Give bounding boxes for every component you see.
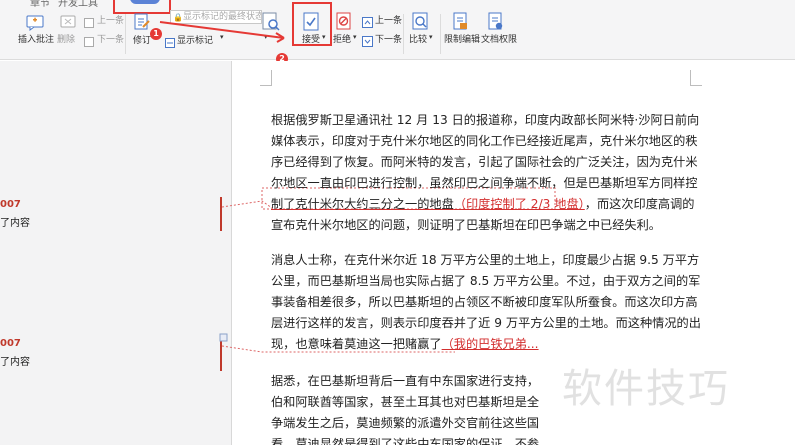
text-line: 宣布克什米尔地区的问题，则证明了巴基斯坦在印巴争端之中已经失利。: [271, 218, 661, 232]
watermark: 软件技巧: [562, 366, 730, 412]
text-line: 看，莫迪显然是得到了这些中东国家的保证，不参: [271, 437, 540, 445]
text-line: 序已经得到了恢复。而阿米特的发言，引起了国际社会的广泛关注，因为克什米: [271, 155, 698, 169]
text-line: 根据俄罗斯卫星通讯社 12 月 13 日的报道称，印度内政部长阿米特·沙阿日前向: [271, 113, 700, 127]
text-line: 层进行这样的发言，则表示印度吞并了近 9 万平方公里的土地。而这种情况的出: [271, 316, 701, 330]
paragraph-1: 根据俄罗斯卫星通讯社 12 月 13 日的报道称，印度内政部长阿米特·沙阿日前向…: [271, 110, 699, 236]
text-segment: 现，也意味着莫迪这一把赌赢了: [271, 337, 442, 351]
inserted-revision[interactable]: （我的巴铁兄弟...: [442, 337, 539, 351]
text-line: 争端发生之后，莫迪频繁的派遣外交官前往这些国: [271, 416, 540, 430]
text-line: 伯和阿联酋等国家，甚至土耳其也对巴基斯坦是全: [271, 395, 540, 409]
text-line: 媒体表示，印度对于克什米尔地区的同化工作已经接近尾声，克什米尔地区的秩: [271, 134, 698, 148]
text-line-with-insertion: 制了克什米尔大约三分之一的地盘（印度控制了 2/3 地盘），而这次印度高调的: [271, 194, 699, 215]
text-line: 据悉，在巴基斯坦背后一直有中东国家进行支持，: [271, 374, 540, 388]
text-line: 尔地区一直由印巴进行控制，虽然印巴之间争端不断，但是巴基斯坦军方同样控: [271, 176, 698, 190]
paragraph-2: 消息人士称，在克什米尔近 18 万平方公里的土地上，印度最少占据 9.5 万平方…: [271, 250, 701, 355]
text-segment: 制了克什米尔大约三分之一的地盘: [271, 197, 454, 211]
text-segment: ，而这次印度高调的: [584, 197, 695, 211]
paragraph-3: 据悉，在巴基斯坦背后一直有中东国家进行支持， 伯和阿联酋等国家，甚至土耳其也对巴…: [271, 371, 539, 445]
inserted-revision[interactable]: （印度控制了 2/3 地盘）: [454, 197, 585, 211]
text-line: 事装备相差很多，所以巴基斯坦的占领区不断被印度军队所蚕食。而这次印方高: [271, 295, 698, 309]
text-line: 公里，而巴基斯坦当局也实际占据了 8.5 万平方公里。不过，由于双方之间的军: [271, 274, 701, 288]
text-line-with-insertion: 现，也意味着莫迪这一把赌赢了（我的巴铁兄弟...: [271, 334, 701, 355]
text-line: 消息人士称，在克什米尔近 18 万平方公里的土地上，印度最少占据 9.5 万平方: [271, 253, 700, 267]
